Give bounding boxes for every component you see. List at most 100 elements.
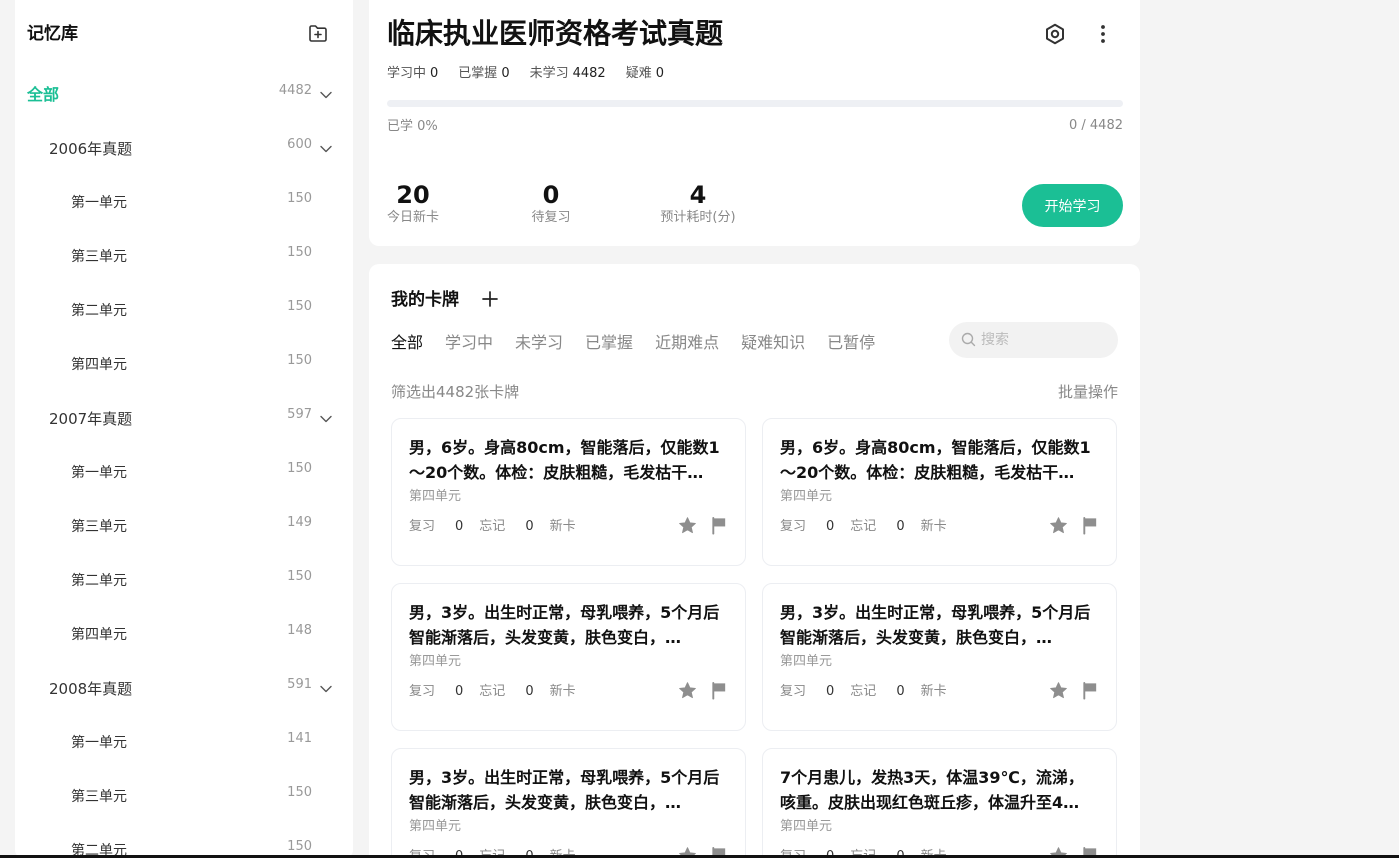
tree-item-count: 150 — [287, 245, 312, 260]
deck-summary-card: 临床执业医师资格考试真题 学习中 0 已掌握 0 未学习 4482 疑难 0 已学 0% 0 … — [369, 0, 1140, 246]
folder-plus-icon[interactable] — [307, 22, 329, 44]
filter-tab[interactable]: 全部 — [391, 332, 423, 354]
tree-item-label: 第三单元 — [71, 519, 127, 535]
filter-tab[interactable]: 学习中 — [445, 332, 493, 354]
deck-title: 临床执业医师资格考试真题 — [387, 17, 724, 50]
filter-tab[interactable]: 已暂停 — [827, 332, 875, 354]
tree-item-count: 597 — [287, 407, 312, 422]
stat-unlearned: 未学习 4482 — [529, 66, 606, 81]
tree-item-label: 第二单元 — [71, 843, 127, 858]
card-meta: 复习 0 忘记 0 新卡 — [409, 519, 592, 535]
tree-item-count: 600 — [287, 137, 312, 152]
card-review: 复习 0 — [780, 684, 835, 699]
cards-panel: 我的卡牌 全部学习中未学习已掌握近期难点疑难知识已暂停 筛选出4482张卡牌 批… — [369, 264, 1140, 858]
chevron-down-icon[interactable] — [319, 682, 333, 696]
more-vertical-icon[interactable] — [1091, 22, 1115, 46]
card-forget: 忘记 0 — [850, 684, 905, 699]
flashcard[interactable]: 男，3岁。出生时正常，母乳喂养，5个月后智能渐落后，头发变黄，肤色变白，… 第四单… — [391, 748, 746, 858]
plus-icon[interactable] — [481, 290, 499, 308]
star-icon[interactable] — [1049, 516, 1068, 535]
tree-item-unit[interactable]: 第三单元 149 — [15, 500, 353, 554]
tree-item-count: 148 — [287, 623, 312, 638]
star-icon[interactable] — [1049, 681, 1068, 700]
card-status: 新卡 — [549, 519, 576, 534]
tree-item-unit[interactable]: 第二单元 150 — [15, 554, 353, 608]
flag-icon[interactable] — [710, 681, 728, 700]
card-forget: 忘记 0 — [850, 519, 905, 534]
bulk-operations-link[interactable]: 批量操作 — [1058, 382, 1118, 402]
sidebar-header: 记忆库 — [27, 22, 333, 46]
tree-item-unit[interactable]: 第三单元 150 — [15, 770, 353, 824]
chevron-down-icon[interactable] — [319, 412, 333, 426]
deck-stats: 学习中 0 已掌握 0 未学习 4482 疑难 0 — [387, 66, 684, 82]
card-forget: 忘记 0 — [479, 519, 534, 534]
flashcard[interactable]: 男，3岁。出生时正常，母乳喂养，5个月后智能渐落后，头发变黄，肤色变白，… 第四单… — [762, 583, 1117, 731]
card-unit: 第四单元 — [409, 654, 462, 669]
cards-panel-title: 我的卡牌 — [391, 290, 459, 310]
stat-difficult: 疑难 0 — [625, 66, 664, 81]
search-box[interactable] — [949, 322, 1118, 358]
filter-tab[interactable]: 未学习 — [515, 332, 563, 354]
tree-item-count: 150 — [287, 191, 312, 206]
deck-tree: 全部 4482 2006年真题 600 第一单元 150 第三单元 150 第二单元 150 第四单… — [15, 68, 353, 858]
tree-item-label: 第一单元 — [71, 195, 127, 211]
card-unit: 第四单元 — [780, 654, 833, 669]
chevron-down-icon[interactable] — [319, 88, 333, 102]
card-status: 新卡 — [920, 684, 947, 699]
tree-item-label: 2008年真题 — [49, 680, 133, 698]
progress-bar — [387, 100, 1123, 107]
flashcard[interactable]: 7个月患儿，发热3天，体温39℃，流涕，咳重。皮肤出现红色斑丘疹，体温升至4… 第… — [762, 748, 1117, 858]
flashcard[interactable]: 男，6岁。身高80cm，智能落后，仅能数1～20个数。体检：皮肤粗糙，毛发枯干…… — [391, 418, 746, 566]
chevron-down-icon[interactable] — [319, 142, 333, 156]
stat-learning: 学习中 0 — [387, 66, 439, 81]
card-review: 复习 0 — [409, 684, 464, 699]
tree-item-label: 第一单元 — [71, 735, 127, 751]
card-meta: 复习 0 忘记 0 新卡 — [780, 519, 963, 535]
tree-item-count: 150 — [287, 461, 312, 476]
tree-item-count: 149 — [287, 515, 312, 530]
search-input[interactable] — [981, 328, 1107, 352]
settings-icon[interactable] — [1043, 22, 1067, 46]
star-icon[interactable] — [678, 516, 697, 535]
card-meta: 复习 0 忘记 0 新卡 — [409, 684, 592, 700]
card-status: 新卡 — [920, 519, 947, 534]
tree-item-unit[interactable]: 第二单元 150 — [15, 284, 353, 338]
tree-item-count: 150 — [287, 839, 312, 854]
flag-icon[interactable] — [1081, 681, 1099, 700]
card-question: 男，6岁。身高80cm，智能落后，仅能数1～20个数。体检：皮肤粗糙，毛发枯干… — [780, 438, 1091, 482]
tree-item-year[interactable]: 2007年真题 597 — [15, 392, 353, 446]
filter-result-text: 筛选出4482张卡牌 — [391, 383, 520, 401]
tree-item-unit[interactable]: 第四单元 150 — [15, 338, 353, 392]
filter-tab[interactable]: 近期难点 — [655, 332, 719, 354]
tree-item-unit[interactable]: 第一单元 150 — [15, 176, 353, 230]
flag-icon[interactable] — [710, 516, 728, 535]
tree-item-unit[interactable]: 第二单元 150 — [15, 824, 353, 858]
card-question: 男，3岁。出生时正常，母乳喂养，5个月后智能渐落后，头发变黄，肤色变白，… — [409, 603, 720, 647]
sidebar: 记忆库 全部 4482 2006年真题 600 第一单元 150 第三单元 150 第二单元 15… — [15, 0, 353, 858]
card-question: 男，3岁。出生时正常，母乳喂养，5个月后智能渐落后，头发变黄，肤色变白，… — [409, 768, 720, 812]
card-unit: 第四单元 — [409, 489, 462, 504]
tree-item-label: 第三单元 — [71, 789, 127, 805]
flashcard[interactable]: 男，6岁。身高80cm，智能落后，仅能数1～20个数。体检：皮肤粗糙，毛发枯干…… — [762, 418, 1117, 566]
tree-item-unit[interactable]: 第一单元 141 — [15, 716, 353, 770]
tree-item-label: 全部 — [27, 85, 60, 104]
flag-icon[interactable] — [1081, 516, 1099, 535]
flashcard[interactable]: 男，3岁。出生时正常，母乳喂养，5个月后智能渐落后，头发变黄，肤色变白，… 第四单… — [391, 583, 746, 731]
filter-tabs: 全部 学习中 未学习 已掌握 近期难点 疑难知识 已暂停 — [391, 332, 897, 354]
tree-item-unit[interactable]: 第四单元 148 — [15, 608, 353, 662]
tree-item-count: 591 — [287, 677, 312, 692]
star-icon[interactable] — [678, 681, 697, 700]
card-meta: 复习 0 忘记 0 新卡 — [780, 684, 963, 700]
tree-item-all[interactable]: 全部 4482 — [15, 68, 353, 122]
tree-item-unit[interactable]: 第一单元 150 — [15, 446, 353, 500]
start-learning-button[interactable]: 开始学习 — [1022, 184, 1123, 227]
tree-item-label: 2007年真题 — [49, 410, 133, 428]
tree-item-year[interactable]: 2008年真题 591 — [15, 662, 353, 716]
tree-item-count: 4482 — [278, 83, 312, 98]
tree-item-label: 第一单元 — [71, 465, 127, 481]
tree-item-unit[interactable]: 第三单元 150 — [15, 230, 353, 284]
filter-tab[interactable]: 疑难知识 — [741, 332, 805, 354]
filter-tab[interactable]: 已掌握 — [585, 332, 633, 354]
tree-item-year[interactable]: 2006年真题 600 — [15, 122, 353, 176]
tree-item-count: 150 — [287, 353, 312, 368]
